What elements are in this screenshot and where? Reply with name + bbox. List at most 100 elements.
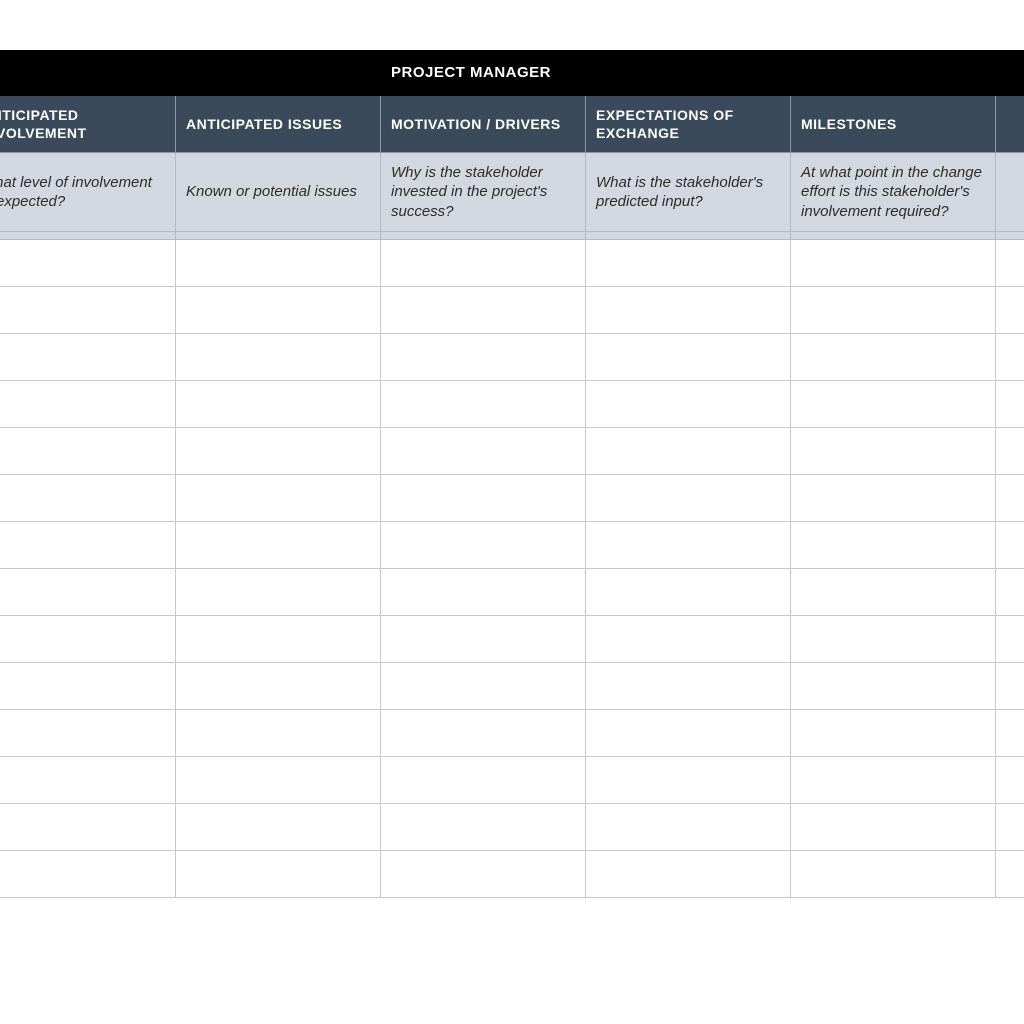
- table-row[interactable]: [0, 851, 1024, 898]
- table-cell[interactable]: [791, 240, 996, 287]
- table-row[interactable]: [0, 381, 1024, 428]
- table-cell[interactable]: [996, 663, 1024, 710]
- table-cell[interactable]: [996, 757, 1024, 804]
- table-cell[interactable]: [996, 240, 1024, 287]
- table-cell[interactable]: [176, 334, 381, 381]
- table-cell[interactable]: [586, 851, 791, 898]
- table-row[interactable]: [0, 475, 1024, 522]
- table-cell[interactable]: [381, 616, 586, 663]
- table-cell[interactable]: [996, 334, 1024, 381]
- table-cell[interactable]: [381, 569, 586, 616]
- table-cell[interactable]: [0, 381, 176, 428]
- table-cell[interactable]: [176, 663, 381, 710]
- table-row[interactable]: [0, 616, 1024, 663]
- table-cell[interactable]: [381, 381, 586, 428]
- table-cell[interactable]: [586, 569, 791, 616]
- table-cell[interactable]: [996, 428, 1024, 475]
- table-cell[interactable]: [176, 569, 381, 616]
- table-cell[interactable]: [176, 522, 381, 569]
- table-cell[interactable]: [176, 710, 381, 757]
- table-cell[interactable]: [0, 710, 176, 757]
- table-cell[interactable]: [381, 522, 586, 569]
- table-row[interactable]: [0, 428, 1024, 475]
- table-cell[interactable]: [0, 569, 176, 616]
- table-cell[interactable]: [0, 851, 176, 898]
- table-cell[interactable]: [791, 851, 996, 898]
- table-cell[interactable]: [381, 663, 586, 710]
- table-cell[interactable]: [0, 240, 176, 287]
- table-cell[interactable]: [791, 475, 996, 522]
- table-row[interactable]: [0, 569, 1024, 616]
- col-header-text: ANTICIPATED INVOLVEMENT: [0, 107, 87, 141]
- table-row[interactable]: [0, 287, 1024, 334]
- table-cell[interactable]: [381, 475, 586, 522]
- table-cell[interactable]: [996, 710, 1024, 757]
- table-cell[interactable]: [176, 240, 381, 287]
- table-cell[interactable]: [996, 616, 1024, 663]
- table-cell[interactable]: [586, 616, 791, 663]
- table-row[interactable]: [0, 804, 1024, 851]
- table-cell[interactable]: [996, 804, 1024, 851]
- table-row[interactable]: [0, 663, 1024, 710]
- table-cell[interactable]: [0, 616, 176, 663]
- table-row[interactable]: [0, 240, 1024, 287]
- table-row[interactable]: [0, 757, 1024, 804]
- table-row[interactable]: [0, 334, 1024, 381]
- table-cell[interactable]: [791, 757, 996, 804]
- table-cell[interactable]: [791, 710, 996, 757]
- table-cell[interactable]: [176, 428, 381, 475]
- table-cell[interactable]: [586, 522, 791, 569]
- table-cell[interactable]: [0, 334, 176, 381]
- table-cell[interactable]: [0, 804, 176, 851]
- table-cell[interactable]: [586, 287, 791, 334]
- table-cell[interactable]: [0, 522, 176, 569]
- table-cell[interactable]: [791, 663, 996, 710]
- table-cell[interactable]: [996, 522, 1024, 569]
- table-cell[interactable]: [586, 475, 791, 522]
- table-cell[interactable]: [381, 240, 586, 287]
- table-cell[interactable]: [381, 334, 586, 381]
- table-cell[interactable]: [996, 381, 1024, 428]
- table-cell[interactable]: [791, 522, 996, 569]
- table-cell[interactable]: [586, 428, 791, 475]
- table-cell[interactable]: [381, 428, 586, 475]
- table-cell[interactable]: [176, 851, 381, 898]
- table-cell[interactable]: [176, 381, 381, 428]
- table-cell[interactable]: [0, 475, 176, 522]
- table-row[interactable]: [0, 522, 1024, 569]
- table-cell[interactable]: [586, 334, 791, 381]
- table-cell[interactable]: [381, 287, 586, 334]
- table-cell[interactable]: [176, 804, 381, 851]
- table-cell[interactable]: [586, 710, 791, 757]
- table-cell[interactable]: [176, 287, 381, 334]
- table-cell[interactable]: [586, 663, 791, 710]
- table-cell[interactable]: [176, 757, 381, 804]
- table-cell[interactable]: [791, 287, 996, 334]
- table-cell[interactable]: [791, 428, 996, 475]
- table-cell[interactable]: [996, 287, 1024, 334]
- table-row[interactable]: [0, 710, 1024, 757]
- table-cell[interactable]: [586, 804, 791, 851]
- table-cell[interactable]: [586, 757, 791, 804]
- table-cell[interactable]: [586, 381, 791, 428]
- table-cell[interactable]: [176, 475, 381, 522]
- table-cell[interactable]: [381, 851, 586, 898]
- col-desc-text: Known or potential issues: [186, 183, 357, 200]
- table-cell[interactable]: [791, 569, 996, 616]
- table-cell[interactable]: [176, 616, 381, 663]
- table-cell[interactable]: [586, 240, 791, 287]
- table-cell[interactable]: [381, 757, 586, 804]
- table-cell[interactable]: [791, 616, 996, 663]
- table-cell[interactable]: [381, 804, 586, 851]
- table-cell[interactable]: [0, 428, 176, 475]
- table-cell[interactable]: [791, 334, 996, 381]
- table-cell[interactable]: [791, 381, 996, 428]
- table-cell[interactable]: [996, 569, 1024, 616]
- table-cell[interactable]: [791, 804, 996, 851]
- table-cell[interactable]: [0, 757, 176, 804]
- table-cell[interactable]: [996, 851, 1024, 898]
- table-cell[interactable]: [0, 663, 176, 710]
- table-cell[interactable]: [996, 475, 1024, 522]
- table-cell[interactable]: [0, 287, 176, 334]
- table-cell[interactable]: [381, 710, 586, 757]
